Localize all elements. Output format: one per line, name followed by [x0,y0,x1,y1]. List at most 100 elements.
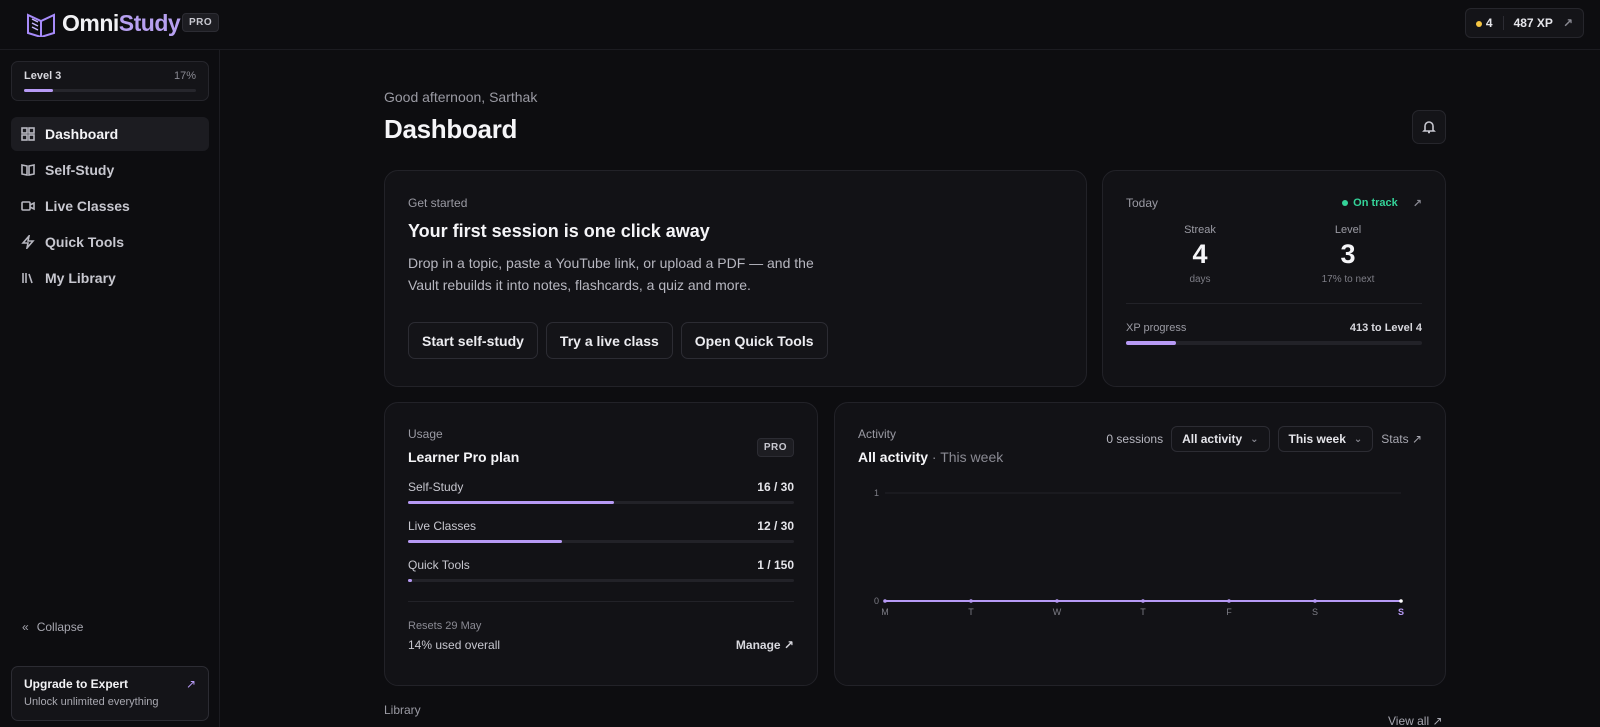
arrow-up-right-icon: ↗ [1562,16,1573,30]
data-point [883,599,887,603]
range-select[interactable]: This week ⌄ [1277,426,1374,452]
greeting: Good afternoon, Sarthak [384,89,538,105]
session-count: 0 sessions [1106,432,1164,446]
open-quick-tools-button[interactable]: Open Quick Tools [680,322,828,359]
sidebar: Level 3 17% Dashboard Self-Study Live Cl… [0,50,220,727]
divider [1502,16,1504,30]
xp-progress-fill [1126,341,1177,345]
library-section-label: Library [384,703,421,717]
sidebar-item-label: Quick Tools [45,234,125,250]
chevrons-left-icon: « [22,620,29,634]
app-name: OmniStudy [62,10,181,36]
manage-plan-link[interactable]: Manage ↗ [736,638,794,652]
usage-overall: 14% used overall [408,638,501,652]
usage-fill [408,501,614,504]
activity-card: Activity All activity · This week 0 sess… [834,402,1446,686]
get-started-body: Drop in a topic, paste a YouTube link, o… [408,255,814,293]
x-tick-label: M [881,607,889,617]
view-all-link[interactable]: View all ↗ [1388,714,1443,727]
level-stat: Level 3 17% to next [1321,224,1375,285]
try-live-class-button[interactable]: Try a live class [545,322,673,359]
usage-fill [408,579,412,582]
data-point [1227,599,1231,603]
activity-filter-select[interactable]: All activity ⌄ [1171,426,1270,452]
arrow-up-right-icon: ↗ [185,677,196,691]
arrow-up-right-icon[interactable]: ↗ [1413,197,1422,210]
top-bar: OmniStudy PRO 4 487 XP ↗ [0,0,1600,50]
activity-chart: 1 0M T W T F S S [874,488,1404,617]
sidebar-item-self-study[interactable]: Self-Study [11,153,209,187]
level-label: Level 3 [24,70,62,82]
divider [1126,303,1422,304]
coin-count: 4 [1475,16,1493,30]
sidebar-item-label: Dashboard [45,126,119,142]
status-badge: On track ↗ [1342,197,1422,210]
streak-stat: Streak 4 days [1184,224,1216,285]
usage-row: Live Classes 12 / 30 [408,519,794,543]
xp-progress-track [1126,341,1422,345]
usage-row: Quick Tools 1 / 150 [408,558,794,582]
data-point [1055,599,1059,603]
xp-progress-label: XP progress [1126,322,1187,334]
book-icon [21,164,35,176]
stats-link[interactable]: Stats ↗ [1381,432,1422,446]
sidebar-item-label: Live Classes [45,198,130,214]
data-point [1313,599,1317,603]
level-progress-card[interactable]: Level 3 17% [11,61,209,101]
x-tick-label: W [1053,607,1062,617]
chevron-down-icon: ⌄ [1250,433,1259,445]
xp-summary-button[interactable]: 4 487 XP ↗ [1464,8,1584,38]
xp-total: 487 XP [1513,16,1553,30]
bell-icon [1422,121,1436,134]
upgrade-title: Upgrade to Expert [24,677,129,691]
library-icon [22,273,33,284]
y-tick-label: 0 [874,596,879,606]
level-progress-track [24,89,196,92]
sidebar-nav: Dashboard Self-Study Live Classes Quick … [11,117,209,297]
grid-icon [21,127,35,141]
usage-card: Usage Learner Pro plan PRO Self-Study 16 … [384,402,818,686]
sidebar-item-live-classes[interactable]: Live Classes [11,189,209,223]
usage-track [408,579,794,582]
data-point [969,599,973,603]
level-percent: 17% [173,70,196,82]
start-self-study-button[interactable]: Start self-study [408,322,538,359]
x-tick-label: S [1312,607,1318,617]
get-started-actions: Start self-study Try a live class Open Q… [408,322,1063,359]
upgrade-card[interactable]: Upgrade to Expert Unlock unlimited every… [11,666,209,721]
y-tick-label: 1 [874,488,879,498]
plan-badge: PRO [756,438,794,457]
upgrade-subtitle: Unlock unlimited everything [24,696,159,708]
sidebar-item-dashboard[interactable]: Dashboard [11,117,209,151]
sidebar-item-quick-tools[interactable]: Quick Tools [11,225,209,259]
coin-icon [1475,21,1482,27]
activity-controls: 0 sessions All activity ⌄ This week ⌄ Stat… [1106,426,1422,452]
get-started-heading: Your first session is one click away [408,221,710,241]
reset-date: Resets 29 May [408,620,482,632]
chevron-down-icon: ⌄ [1353,433,1363,445]
data-point [1399,599,1403,603]
sidebar-item-my-library[interactable]: My Library [11,261,209,295]
card-eyebrow: Get started [408,196,468,210]
x-tick-label: S [1398,607,1404,617]
sidebar-item-label: My Library [45,270,116,286]
get-started-card: Get started Your first session is one cl… [384,170,1087,387]
video-icon [21,201,35,211]
status-dot-icon [1342,200,1349,206]
book-logo-icon [27,12,55,37]
tier-badge: PRO [182,13,220,32]
x-tick-label: F [1226,607,1232,617]
notifications-button[interactable] [1412,110,1446,144]
page-title: Dashboard [384,114,518,144]
collapse-label: Collapse [36,620,84,634]
today-card: Today On track ↗ Streak 4 days Level 3 1… [1102,170,1446,387]
divider [408,601,794,602]
data-point [1141,599,1145,603]
usage-track [408,540,794,543]
bolt-icon [21,235,35,249]
collapse-sidebar-button[interactable]: « Collapse [22,620,83,634]
sidebar-item-label: Self-Study [45,162,115,178]
usage-track [408,501,794,504]
app-logo[interactable]: OmniStudy [26,10,181,37]
level-progress-fill [24,89,54,92]
